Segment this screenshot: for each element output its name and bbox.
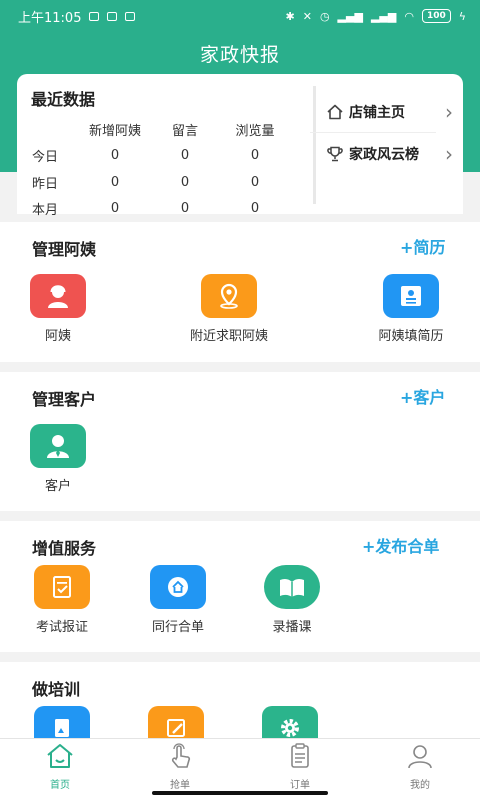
- recent-data-table: 新增阿姨 留言 浏览量 今日 0 0 0 昨日 0 0 0 本月 0 0 0: [17, 116, 307, 222]
- home-icon: [45, 743, 75, 773]
- signal-icon-2: ▂▄▆: [370, 9, 397, 23]
- exam-certificate-label: 考试报证: [35, 620, 88, 635]
- location-pin-icon: [201, 274, 257, 318]
- chevron-right-icon: ›: [445, 100, 453, 124]
- recent-data-card: 最近数据 新增阿姨 留言 浏览量 今日 0 0 0 昨日 0 0 0 本月 0 …: [17, 74, 463, 218]
- row-label: 今日: [32, 150, 59, 166]
- table-header-row: 新增阿姨 留言 浏览量: [17, 116, 307, 143]
- shield-icon: [89, 11, 100, 21]
- section-title: 做培训: [32, 680, 81, 699]
- exam-certificate-tile[interactable]: 考试报证: [26, 565, 98, 635]
- table-cell: 0: [110, 201, 120, 217]
- message-icon: [107, 11, 118, 21]
- manage-aunties-section: 管理阿姨 +简历 阿姨 附近求职阿姨 阿姨填简历: [0, 222, 480, 362]
- recorded-course-label: 录播课: [272, 620, 312, 635]
- nav-home[interactable]: 首页: [0, 739, 120, 800]
- alarm-icon: ◷: [319, 9, 330, 23]
- auntie-resume-label: 阿姨填简历: [378, 329, 444, 344]
- mute-icon: ✕: [302, 9, 312, 23]
- table-cell: 0: [250, 148, 260, 164]
- client-person-icon: [30, 424, 86, 468]
- link-divider: [310, 132, 436, 133]
- publish-merge-button[interactable]: +发布合单: [362, 533, 439, 557]
- bluetooth-icon: ✱: [285, 9, 295, 23]
- add-client-button[interactable]: +客户: [400, 384, 445, 408]
- peer-merge-label: 同行合单: [151, 620, 204, 635]
- table-cell: 0: [250, 174, 260, 190]
- resume-card-icon: [383, 274, 439, 318]
- section-title: 管理客户: [32, 390, 97, 409]
- tap-hand-icon: [165, 743, 195, 773]
- table-cell: 0: [180, 174, 190, 190]
- table-cell: 0: [110, 148, 120, 164]
- ranking-list-link[interactable]: 家政风云榜 ›: [325, 134, 453, 174]
- value-added-section: 增值服务 +发布合单 考试报证 同行合单 录播课: [0, 521, 480, 652]
- training-tile-1[interactable]: [34, 706, 90, 738]
- nav-orders-label: 订单: [290, 780, 310, 791]
- home-indicator[interactable]: [152, 791, 328, 795]
- training-section: 做培训: [0, 662, 480, 738]
- table-row: 今日 0 0 0: [17, 143, 307, 170]
- peer-merge-tile[interactable]: 同行合单: [142, 565, 214, 635]
- page-title: 家政快报: [199, 44, 280, 66]
- chevron-right-icon: ›: [445, 142, 453, 166]
- charging-icon: ϟ: [458, 9, 466, 23]
- column-header: 浏览量: [235, 123, 275, 139]
- column-header: 留言: [171, 123, 198, 139]
- nav-profile-label: 我的: [410, 780, 430, 791]
- add-resume-button[interactable]: +简历: [400, 234, 445, 258]
- shop-homepage-link[interactable]: 店铺主页 ›: [325, 92, 453, 132]
- section-title: 管理阿姨: [32, 240, 97, 259]
- home-outline-icon: [325, 102, 345, 122]
- auntie-resume-tile[interactable]: 阿姨填简历: [366, 274, 456, 344]
- table-cell: 0: [250, 201, 260, 217]
- auntie-icon: [30, 274, 86, 318]
- section-title: 增值服务: [32, 539, 97, 558]
- row-label: 本月: [32, 203, 59, 219]
- client-tile[interactable]: 客户: [26, 424, 90, 494]
- client-label: 客户: [44, 479, 71, 494]
- row-label: 昨日: [32, 176, 59, 192]
- nav-home-label: 首页: [50, 780, 70, 791]
- open-book-icon: [264, 565, 320, 609]
- signal-icon: ▂▄▆: [337, 9, 363, 23]
- table-row: 本月 0 0 0: [17, 196, 307, 223]
- nav-grab-order-label: 抢单: [170, 780, 190, 791]
- card-divider: [313, 86, 316, 204]
- table-row: 昨日 0 0 0: [17, 169, 307, 196]
- merge-order-icon: [150, 565, 206, 609]
- status-time: 上午11:05: [18, 10, 82, 26]
- recorded-course-tile[interactable]: 录播课: [256, 565, 328, 635]
- gear-icon: [262, 706, 318, 738]
- table-cell: 0: [110, 174, 120, 190]
- trophy-icon: [325, 144, 345, 164]
- auntie-label: 阿姨: [44, 329, 71, 344]
- exam-icon: [34, 565, 90, 609]
- column-header: 新增阿姨: [88, 123, 141, 139]
- nearby-auntie-tile[interactable]: 附近求职阿姨: [179, 274, 279, 344]
- nearby-auntie-label: 附近求职阿姨: [189, 329, 268, 344]
- shop-homepage-label: 店铺主页: [349, 105, 405, 121]
- chat-icon: [125, 11, 136, 21]
- clipboard-icon: [285, 743, 315, 773]
- training-tile-3[interactable]: [262, 706, 318, 738]
- image-doc-icon: [34, 706, 90, 738]
- nav-profile[interactable]: 我的: [360, 739, 480, 800]
- auntie-tile[interactable]: 阿姨: [26, 274, 90, 344]
- battery-icon: 100: [421, 9, 451, 23]
- user-icon: [405, 743, 435, 773]
- training-tile-2[interactable]: [148, 706, 204, 738]
- edit-pen-icon: [148, 706, 204, 738]
- table-cell: 0: [180, 148, 190, 164]
- status-bar: 上午11:05 ✱ ✕ ◷ ▂▄▆ ▂▄▆ ◠ 100 ϟ: [0, 0, 480, 32]
- table-cell: 0: [180, 201, 190, 217]
- ranking-list-label: 家政风云榜: [349, 147, 419, 163]
- recent-data-title: 最近数据: [31, 90, 96, 109]
- manage-clients-section: 管理客户 +客户 客户: [0, 372, 480, 511]
- wifi-icon: ◠: [404, 9, 414, 23]
